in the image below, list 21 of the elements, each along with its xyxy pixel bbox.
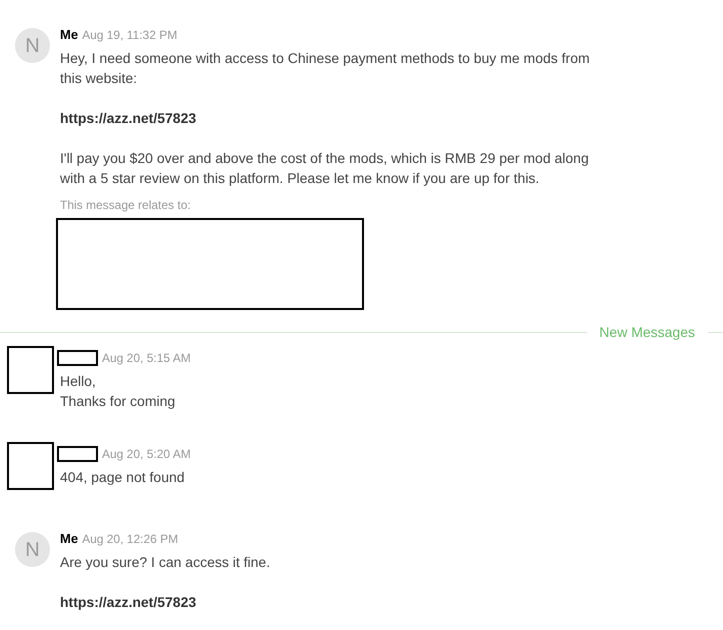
timestamp: Aug 20, 5:20 AM: [102, 446, 191, 463]
avatar: N: [15, 28, 50, 63]
new-messages-label: New Messages: [598, 322, 696, 342]
relates-to-label: This message relates to:: [60, 197, 192, 213]
redacted-name: [57, 446, 98, 462]
message-link[interactable]: https://azz.net/57823: [60, 110, 196, 126]
avatar: N: [15, 532, 50, 567]
redacted-avatar: [7, 442, 54, 490]
timestamp: Aug 20, 12:26 PM: [82, 531, 178, 548]
timestamp: Aug 20, 5:15 AM: [102, 350, 191, 367]
message-link[interactable]: https://azz.net/57823: [60, 594, 196, 610]
timestamp: Aug 19, 11:32 PM: [82, 27, 178, 44]
sender-name: Me: [60, 530, 78, 548]
sender-name: Me: [60, 26, 78, 44]
redacted-name: [57, 350, 98, 366]
message-text: Are you sure? I can access it fine.: [60, 553, 272, 572]
redacted-avatar: [7, 346, 54, 394]
message-text: Hello, Thanks for coming: [60, 372, 176, 411]
message-text: Hey, I need someone with access to Chinese payment methods to buy me mods from this website:: [60, 49, 591, 88]
message-text: 404, page not found: [60, 468, 186, 487]
message-text: I'll pay you $20 over and above the cost of the mods, which is RMB 29 per mod along with a 5 star review on this platform. Please let me know if you are up for this.: [60, 149, 590, 188]
